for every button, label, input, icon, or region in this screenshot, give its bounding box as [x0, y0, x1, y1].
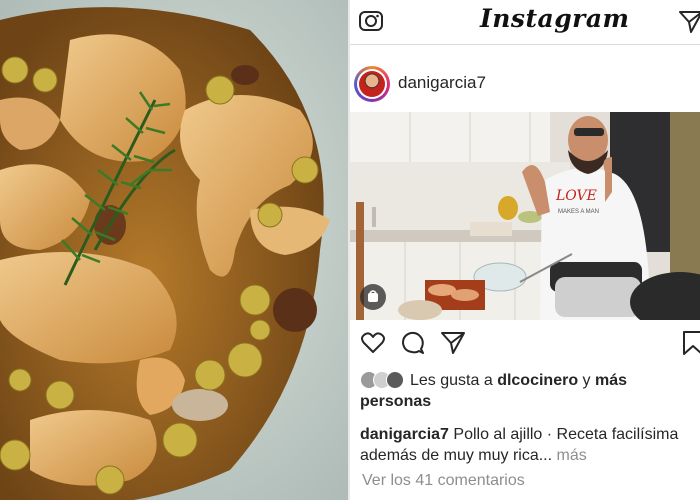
- likes-summary[interactable]: Les gusta a dlcocinero y más personas: [360, 370, 700, 412]
- caption-more-link[interactable]: más: [557, 447, 587, 464]
- post-actions: [350, 330, 700, 360]
- liker-avatars: [360, 371, 406, 389]
- avatar[interactable]: [354, 66, 390, 102]
- post-header: danigarcia7: [350, 64, 700, 108]
- post-username[interactable]: danigarcia7: [398, 73, 486, 93]
- instagram-panel: Instagram danigarcia7 LOVE MAKES A MAN L…: [350, 0, 700, 500]
- share-icon[interactable]: [440, 330, 466, 356]
- caption-username[interactable]: danigarcia7: [360, 426, 449, 443]
- food-photo: [0, 0, 348, 500]
- app-logo: Instagram: [480, 4, 630, 33]
- camera-icon[interactable]: [358, 8, 384, 34]
- likes-user[interactable]: dlcocinero: [497, 372, 578, 389]
- shirt-text: LOVE: [555, 188, 597, 204]
- liker-avatar: [386, 371, 404, 389]
- comment-icon[interactable]: [400, 330, 426, 356]
- likes-prefix: Les gusta a: [410, 372, 493, 389]
- direct-message-icon[interactable]: [678, 9, 700, 35]
- likes-joiner: y: [582, 372, 591, 389]
- post-video[interactable]: LOVE MAKES A MAN: [350, 112, 700, 320]
- post-caption: danigarcia7 Pollo al ajillo · Receta fac…: [360, 424, 700, 466]
- shirt-subtext: MAKES A MAN: [558, 209, 599, 215]
- heart-icon[interactable]: [360, 330, 386, 356]
- bookmark-icon[interactable]: [680, 330, 700, 356]
- top-bar: Instagram: [350, 0, 700, 45]
- view-comments-link[interactable]: Ver los 41 comentarios: [362, 472, 525, 490]
- video-icon: [360, 284, 386, 310]
